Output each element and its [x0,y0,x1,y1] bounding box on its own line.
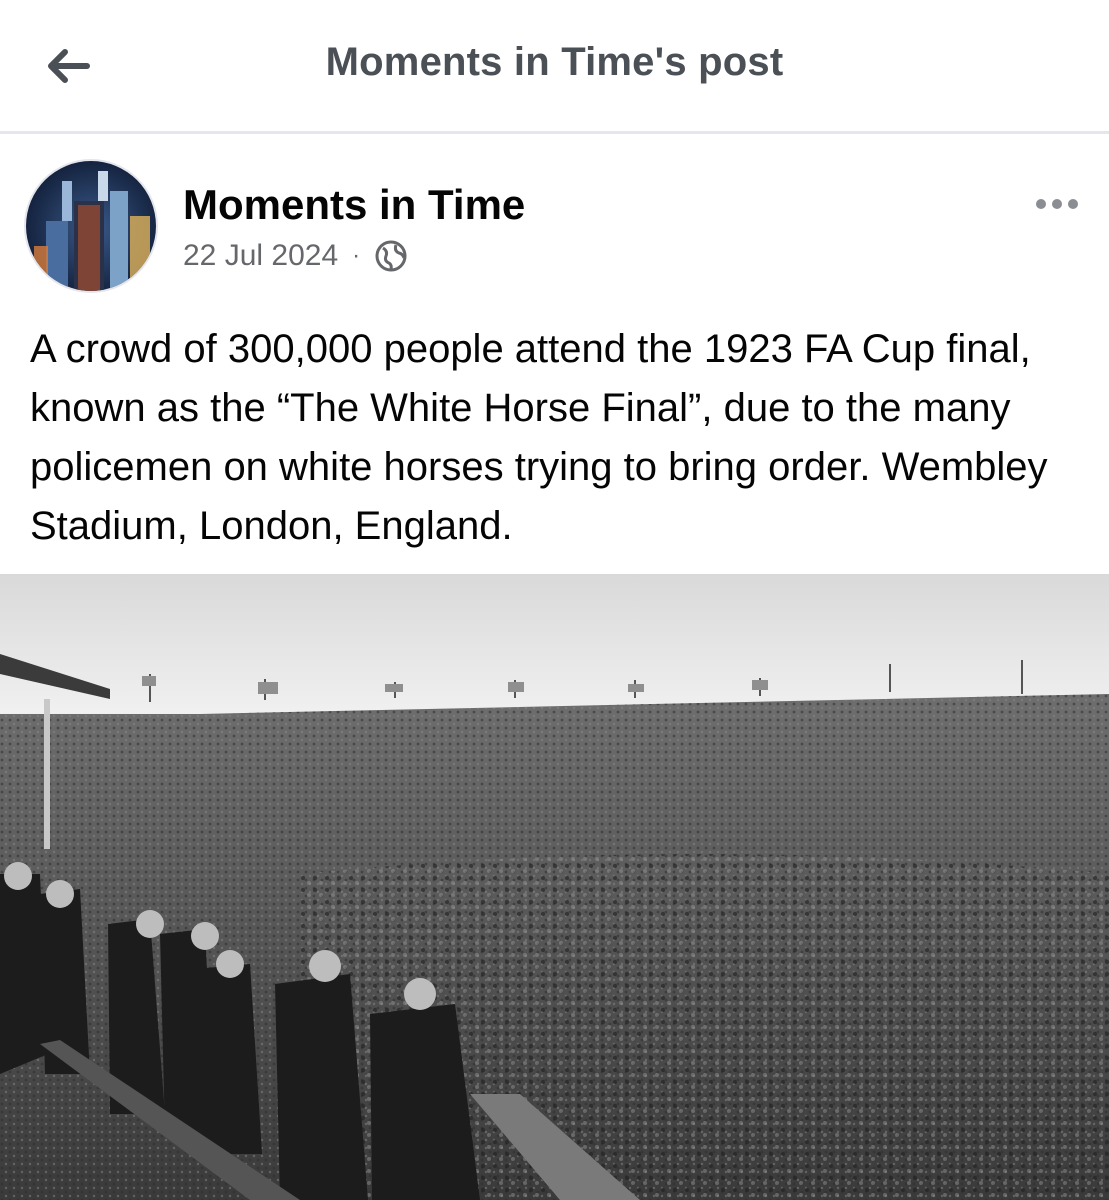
more-dot [1036,199,1046,209]
post-photo[interactable] [0,574,1109,1200]
globe-icon [375,240,407,272]
stadium-photo-illustration [0,574,1109,1200]
post-meta: 22 Jul 2024 · [183,239,408,273]
meta-separator: · [352,242,361,269]
more-dot [1068,199,1078,209]
post-header: Moments in Time 22 Jul 2024 · [0,137,1109,307]
author-name[interactable]: Moments in Time [183,181,525,229]
avatar-image [26,161,156,291]
post-text: A crowd of 300,000 people attend the 192… [30,327,1048,548]
post-date[interactable]: 22 Jul 2024 [183,239,338,273]
more-dot [1052,199,1062,209]
top-bar: Moments in Time's post [0,0,1109,134]
avatar[interactable] [24,159,158,293]
more-options-button[interactable] [1027,189,1087,219]
page-title: Moments in Time's post [325,40,784,84]
